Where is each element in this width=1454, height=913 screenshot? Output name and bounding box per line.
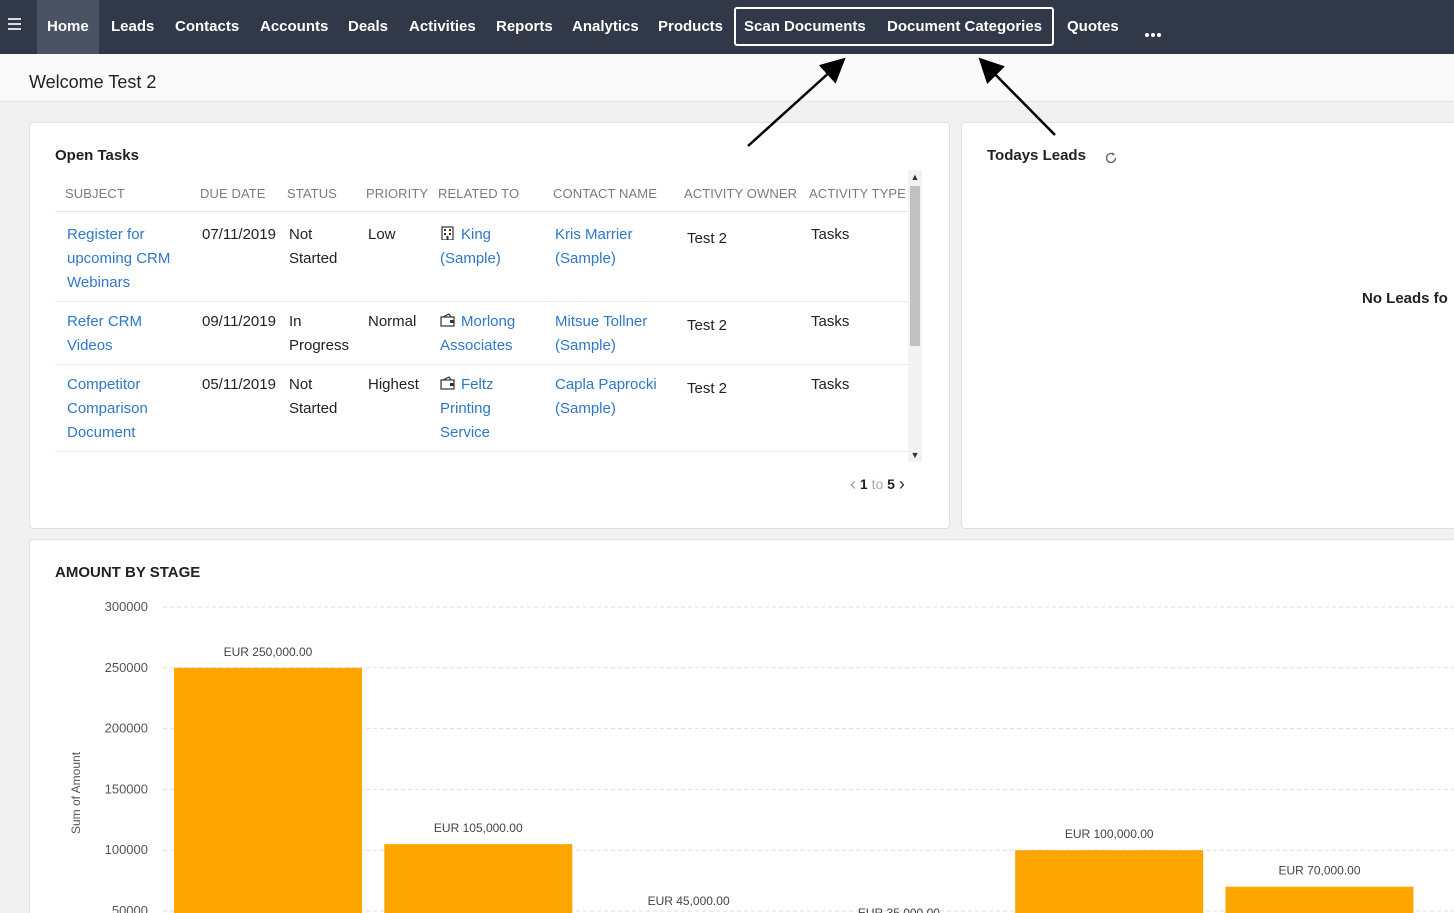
chart-bar[interactable] xyxy=(384,844,573,913)
bar-data-label: EUR 45,000.00 xyxy=(648,894,730,908)
y-tick-label: 150000 xyxy=(105,781,148,796)
bar-data-label: EUR 35,000.00 xyxy=(858,906,940,913)
bar-data-label: EUR 105,000.00 xyxy=(434,821,523,835)
y-tick-label: 200000 xyxy=(105,721,148,736)
y-tick-label: 300000 xyxy=(105,599,148,614)
y-tick-label: 50000 xyxy=(112,903,148,913)
bar-data-label: EUR 250,000.00 xyxy=(224,645,313,659)
y-axis-title: Sum of Amount xyxy=(69,751,83,834)
chart-bar[interactable] xyxy=(1015,850,1204,913)
bar-data-label: EUR 100,000.00 xyxy=(1065,827,1154,841)
y-tick-label: 100000 xyxy=(105,842,148,857)
chart-bar[interactable] xyxy=(174,667,362,913)
chart-bar[interactable] xyxy=(1225,886,1414,913)
bar-data-label: EUR 70,000.00 xyxy=(1278,864,1360,878)
amount-by-stage-chart: 300000 250000 200000 150000 100000 50000 EUR … xyxy=(69,599,1454,913)
y-tick-label: 250000 xyxy=(105,660,148,675)
